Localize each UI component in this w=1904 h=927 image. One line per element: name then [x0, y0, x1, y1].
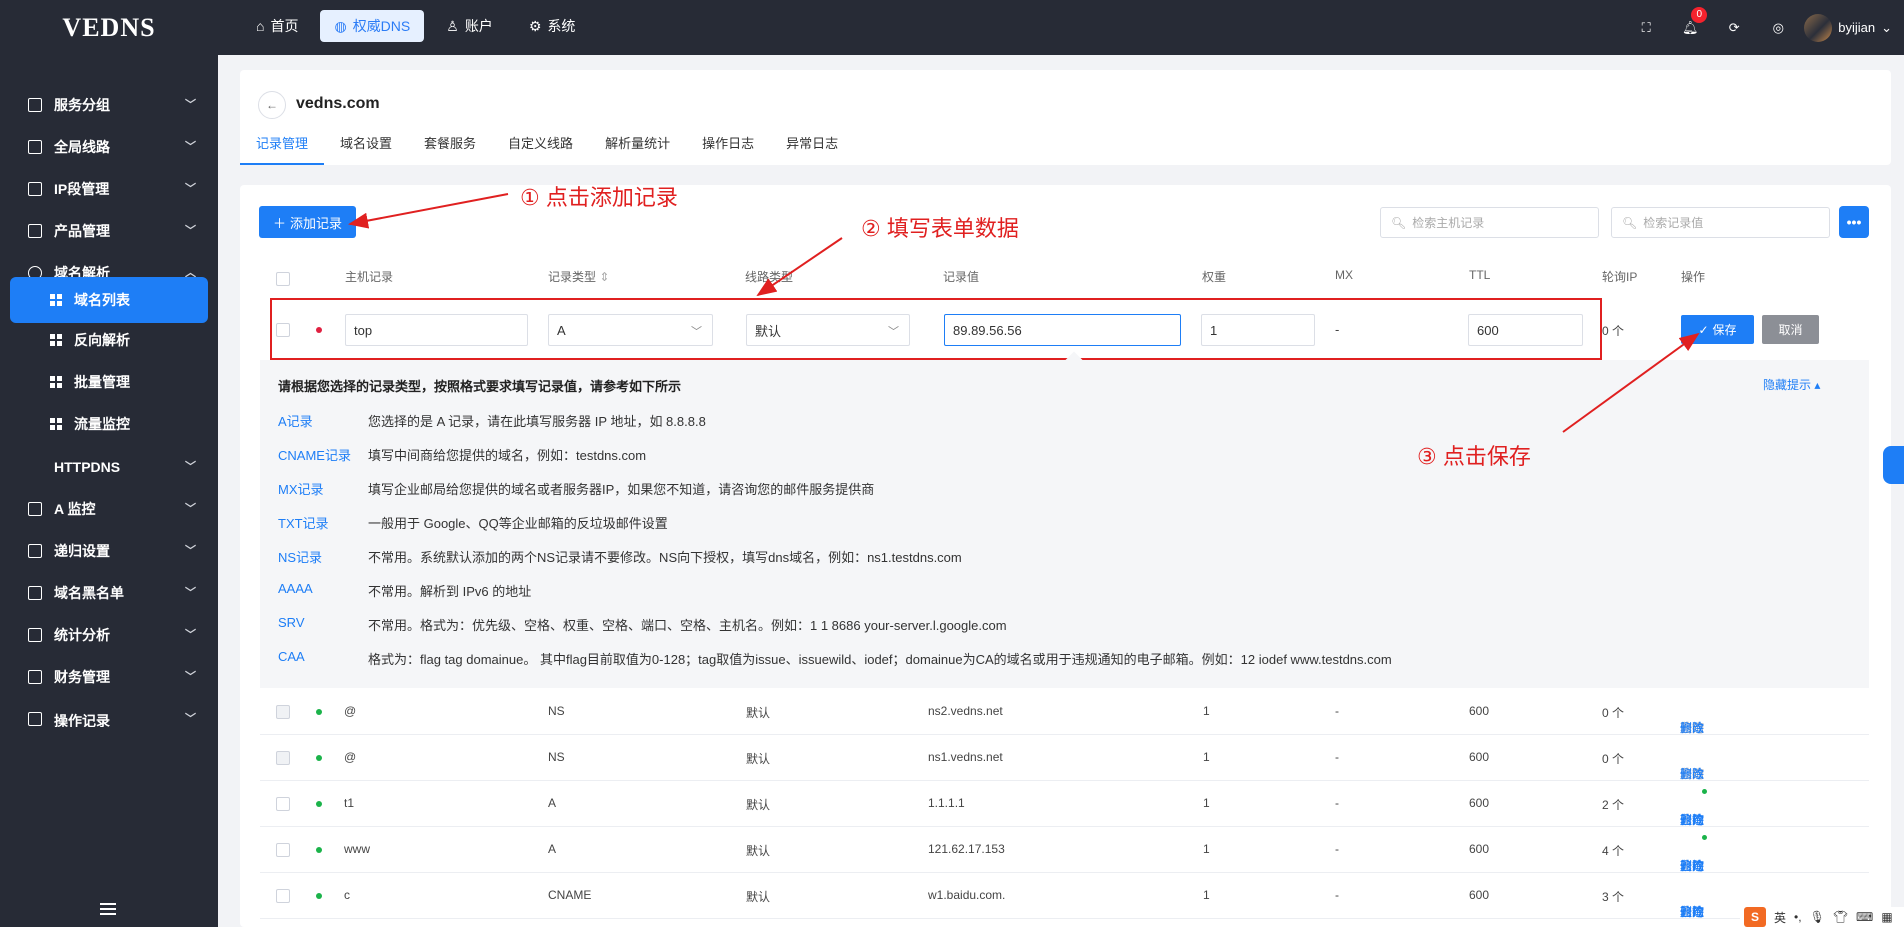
- annotation-step-1: ① 点击添加记录: [520, 185, 678, 210]
- arrow-to-add-button: [348, 193, 509, 229]
- microphone-icon[interactable]: 🎙︎: [1810, 910, 1825, 924]
- toolbox-icon[interactable]: ▦: [1881, 910, 1892, 924]
- shirt-icon[interactable]: 👕︎: [1833, 910, 1848, 924]
- annotation-step-3: ③ 点击保存: [1417, 444, 1531, 469]
- sogou-ime-icon[interactable]: S: [1744, 907, 1766, 927]
- arrow-to-form: [756, 237, 843, 297]
- settings-float-icon[interactable]: [1883, 446, 1904, 484]
- punctuation-icon[interactable]: •,: [1794, 910, 1802, 924]
- annotation-step-2: ② 填写表单数据: [861, 216, 1019, 241]
- annotation-arrows: [348, 193, 1700, 433]
- ime-toolbar: S 英 •, 🎙︎ 👕︎ ⌨ ▦: [1740, 907, 1904, 927]
- ime-language[interactable]: 英: [1774, 909, 1786, 926]
- keyboard-icon[interactable]: ⌨: [1856, 910, 1873, 924]
- arrow-to-save: [1562, 332, 1700, 433]
